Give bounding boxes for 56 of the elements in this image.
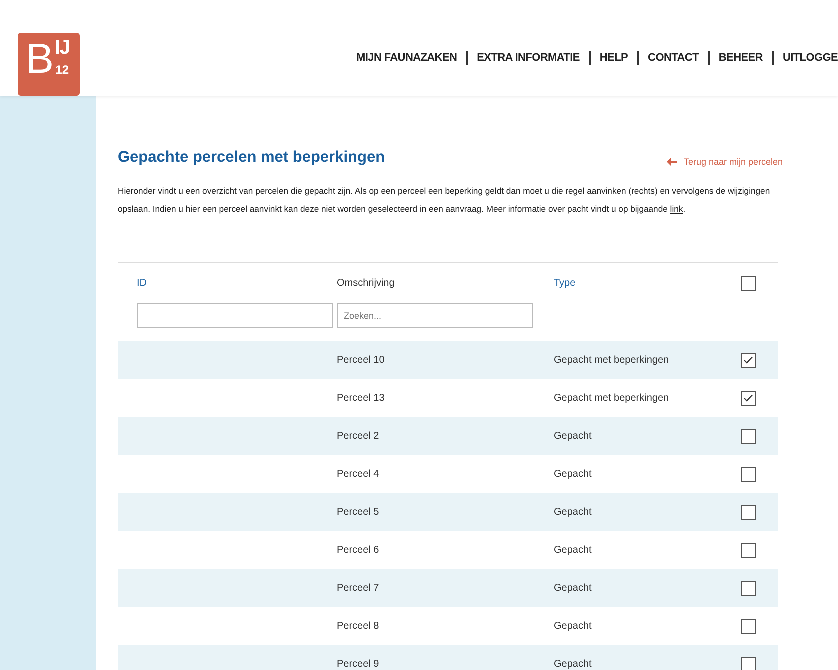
logo-text: B bbox=[26, 37, 54, 81]
logo-text: 12 bbox=[56, 63, 70, 77]
checkbox[interactable] bbox=[741, 542, 756, 558]
nav-link[interactable]: CONTACT bbox=[637, 51, 708, 65]
table-row[interactable]: Perceel 8 Gepacht bbox=[118, 607, 778, 645]
checkbox[interactable] bbox=[741, 504, 756, 520]
checkbox[interactable] bbox=[741, 580, 756, 596]
filter-field[interactable]: Zoeken... bbox=[337, 303, 533, 328]
nav-link[interactable]: BEHEER bbox=[708, 51, 772, 65]
table-cell-text: Gepacht bbox=[554, 620, 593, 632]
nav-link[interactable]: EXTRA INFORMATIE bbox=[466, 51, 589, 65]
column-header: Omschrijving bbox=[337, 278, 396, 288]
table-cell-text: Perceel 8 bbox=[337, 620, 380, 632]
checkbox[interactable] bbox=[741, 656, 756, 670]
table-cell-text: Gepacht bbox=[554, 582, 593, 594]
table-cell-text: Perceel 9 bbox=[337, 658, 380, 670]
checkbox[interactable] bbox=[741, 618, 756, 634]
table-row[interactable]: Perceel 4 Gepacht bbox=[118, 455, 778, 493]
table-cell-text: Perceel 7 bbox=[337, 582, 380, 594]
table-cell-text: Gepacht bbox=[554, 506, 593, 518]
info-link[interactable]: link bbox=[670, 204, 684, 214]
table-cell-text: Perceel 10 bbox=[337, 354, 386, 366]
table-row[interactable]: Perceel 6 Gepacht bbox=[118, 531, 778, 569]
arrow-left-icon bbox=[666, 158, 677, 166]
column-header[interactable]: ID bbox=[118, 278, 337, 288]
back-link[interactable]: Terug naar mijn percelen bbox=[666, 157, 783, 167]
table-cell-text: Perceel 2 bbox=[337, 430, 380, 442]
table-cell-text: Gepacht met beperkingen bbox=[554, 354, 670, 366]
table-row[interactable]: Perceel 7 Gepacht bbox=[118, 569, 778, 607]
table-cell-text: Gepacht bbox=[554, 658, 593, 670]
page-title: Gepachte percelen met beperkingen bbox=[118, 149, 386, 167]
column-header[interactable]: Type bbox=[554, 278, 732, 288]
intro-paragraph: Hieronder vindt u een overzicht van percelen die gepacht zijn. Als op een perceel een beperking geldt dan moet u die regel aanvinken (rechts) en vervolgens de wijzigingen opslaan. Indien u hier een perceel aanvinkt kan deze niet worden geselecteerd in een aanvraag. Meer informatie over pacht vindt u op bijgaande link. bbox=[118, 185, 772, 216]
table-cell-text: Gepacht met beperkingen bbox=[554, 392, 670, 404]
table-cell-text: Perceel 4 bbox=[337, 468, 380, 480]
table-cell-text: Perceel 13 bbox=[337, 392, 386, 404]
checkbox[interactable] bbox=[741, 428, 756, 444]
table-cell-text: Perceel 6 bbox=[337, 544, 380, 556]
checkbox[interactable] bbox=[741, 352, 756, 368]
nav-link[interactable]: HELP bbox=[588, 51, 638, 65]
checkbox[interactable] bbox=[741, 466, 756, 482]
table-row[interactable]: Perceel 5 Gepacht bbox=[118, 493, 778, 531]
table-cell-text: Gepacht bbox=[554, 430, 593, 442]
checkbox[interactable] bbox=[741, 390, 756, 406]
table-row[interactable]: Perceel 9 Gepacht bbox=[118, 645, 778, 670]
nav-link[interactable]: UITLOGGE bbox=[772, 51, 838, 65]
nav-link[interactable]: MIJN FAUNAZAKEN bbox=[348, 51, 466, 65]
checkbox[interactable] bbox=[741, 276, 756, 290]
logo-text: IJ bbox=[55, 37, 70, 59]
table-cell-text: Perceel 5 bbox=[337, 506, 380, 518]
table-row[interactable]: Perceel 10 Gepacht met beperkingen bbox=[118, 341, 778, 379]
table-cell-text: Gepacht bbox=[554, 468, 593, 480]
table-row[interactable]: Perceel 13 Gepacht met beperkingen bbox=[118, 379, 778, 417]
table-cell-text: Gepacht bbox=[554, 544, 593, 556]
table-row[interactable]: Perceel 2 Gepacht bbox=[118, 417, 778, 455]
filter-field[interactable] bbox=[137, 303, 333, 328]
